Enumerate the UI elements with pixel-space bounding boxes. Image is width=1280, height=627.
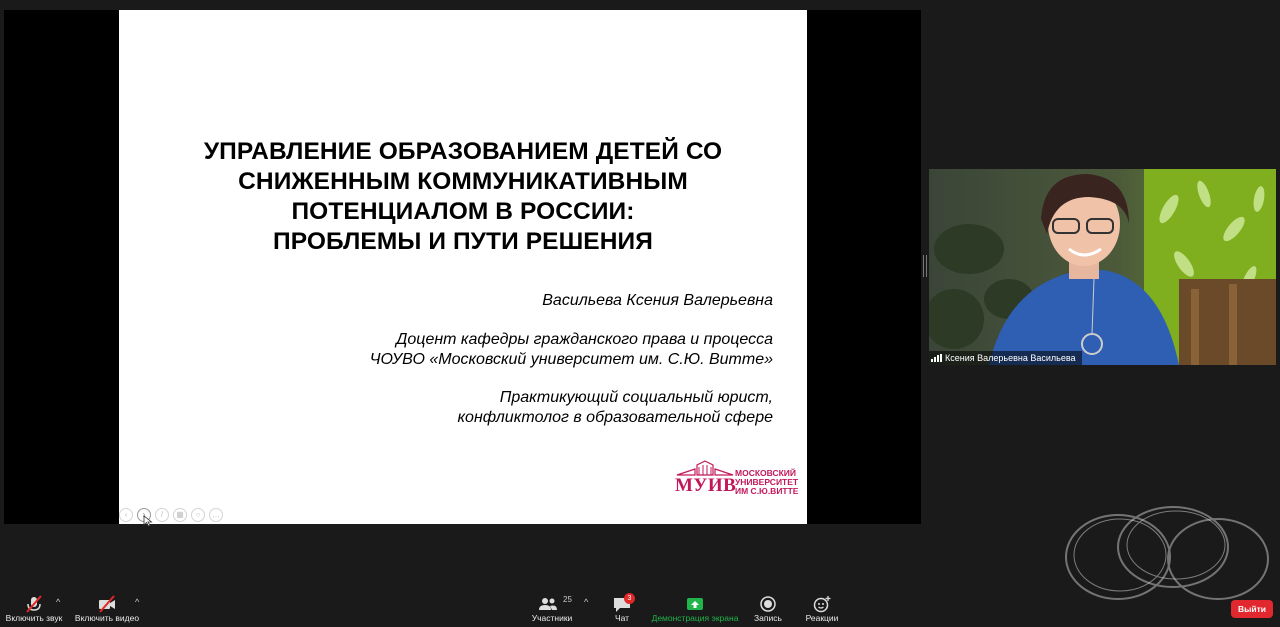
slide-text-line: конфликтолог в образовательной сфере xyxy=(457,409,774,426)
shared-screen: УПРАВЛЕНИЕ ОБРАЗОВАНИЕМ ДЕТЕЙ СО СНИЖЕНН… xyxy=(4,10,921,527)
slide-title: УПРАВЛЕНИЕ ОБРАЗОВАНИЕМ ДЕТЕЙ СО СНИЖЕНН… xyxy=(119,137,807,257)
microphone-muted-icon xyxy=(26,595,42,613)
presentation-slide: УПРАВЛЕНИЕ ОБРАЗОВАНИЕМ ДЕТЕЙ СО СНИЖЕНН… xyxy=(119,10,807,527)
meeting-toolbar: Включить звук ^ Включить видео ^ Участни… xyxy=(0,587,1280,627)
unmute-button[interactable]: Включить звук xyxy=(2,587,66,627)
arrow-left-icon[interactable]: ‹ xyxy=(119,508,133,522)
chat-label: Чат xyxy=(614,613,630,623)
participant-name-label: Ксения Валерьевна Васильева xyxy=(929,351,1082,365)
record-icon xyxy=(760,596,776,612)
zoom-icon[interactable]: ○ xyxy=(191,508,205,522)
share-screen-label: Демонстрация экрана xyxy=(651,613,739,623)
panel-resize-handle[interactable] xyxy=(923,255,927,277)
slide-text-line: Доцент кафедры гражданского права и проц… xyxy=(396,331,773,348)
chat-unread-badge: 3 xyxy=(624,593,635,604)
more-icon[interactable]: … xyxy=(209,508,223,522)
audio-options-caret[interactable]: ^ xyxy=(56,597,60,607)
signal-strength-icon xyxy=(931,354,942,362)
pen-icon[interactable]: / xyxy=(155,508,169,522)
logo-text: МОСКОВСКИЙ УНИВЕРСИТЕТ ИМ С.Ю.ВИТТЕ xyxy=(735,469,798,496)
zoom-meeting-window: УПРАВЛЕНИЕ ОБРАЗОВАНИЕМ ДЕТЕЙ СО СНИЖЕНН… xyxy=(0,0,1280,627)
share-screen-button[interactable]: Демонстрация экрана xyxy=(650,587,740,627)
slide-author-practice: Практикующий социальный юрист, конфликто… xyxy=(458,388,774,428)
slide-title-line: ПОТЕНЦИАЛОМ В РОССИИ: xyxy=(291,198,635,225)
university-logo: МУИВ МОСКОВСКИЙ УНИВЕРСИТЕТ ИМ С.Ю.ВИТТЕ xyxy=(675,457,805,497)
mouse-cursor-icon xyxy=(143,515,153,527)
record-button[interactable]: Запись xyxy=(748,587,788,627)
record-label: Запись xyxy=(754,613,782,623)
participant-video[interactable]: Ксения Валерьевна Васильева xyxy=(929,169,1276,365)
slide-text-line: Практикующий социальный юрист, xyxy=(499,389,773,406)
start-video-label: Включить видео xyxy=(74,613,140,623)
participants-options-caret[interactable]: ^ xyxy=(584,597,588,607)
camera-off-icon xyxy=(99,595,115,613)
grid-icon[interactable]: ▦ xyxy=(173,508,187,522)
slide-title-line: ПРОБЛЕМЫ И ПУТИ РЕШЕНИЯ xyxy=(273,228,653,255)
logo-text-line: ИМ С.Ю.ВИТТЕ xyxy=(735,486,799,496)
slide-text-line: ЧОУВО «Московский университет им. С.Ю. В… xyxy=(369,351,773,368)
video-options-caret[interactable]: ^ xyxy=(135,597,139,607)
participant-name: Ксения Валерьевна Васильева xyxy=(945,353,1076,363)
participants-count: 25 xyxy=(563,595,572,604)
participants-icon xyxy=(539,598,557,610)
unmute-label: Включить звук xyxy=(5,613,63,623)
logo-building-icon xyxy=(676,460,734,476)
leave-meeting-button[interactable]: Выйти xyxy=(1231,600,1273,618)
slide-title-line: УПРАВЛЕНИЕ ОБРАЗОВАНИЕМ ДЕТЕЙ СО xyxy=(203,138,723,165)
webcam-image xyxy=(929,169,1276,365)
logo-abbreviation: МУИВ xyxy=(675,475,737,496)
slide-title-line: СНИЖЕННЫМ КОММУНИКАТИВНЫМ xyxy=(238,168,688,195)
participants-button[interactable]: Участники xyxy=(528,587,576,627)
reactions-icon xyxy=(813,596,831,613)
reactions-label: Реакции xyxy=(805,613,839,623)
share-screen-icon xyxy=(687,598,703,610)
start-video-button[interactable]: Включить видео xyxy=(72,587,142,627)
participants-label: Участники xyxy=(531,613,573,623)
slide-author: Васильева Ксения Валерьевна xyxy=(542,292,773,309)
reactions-button[interactable]: Реакции xyxy=(800,587,844,627)
chat-button[interactable]: Чат xyxy=(604,587,640,627)
slide-author-position: Доцент кафедры гражданского права и проц… xyxy=(370,330,773,370)
slide-controls: ‹ › / ▦ ○ … xyxy=(119,508,223,522)
